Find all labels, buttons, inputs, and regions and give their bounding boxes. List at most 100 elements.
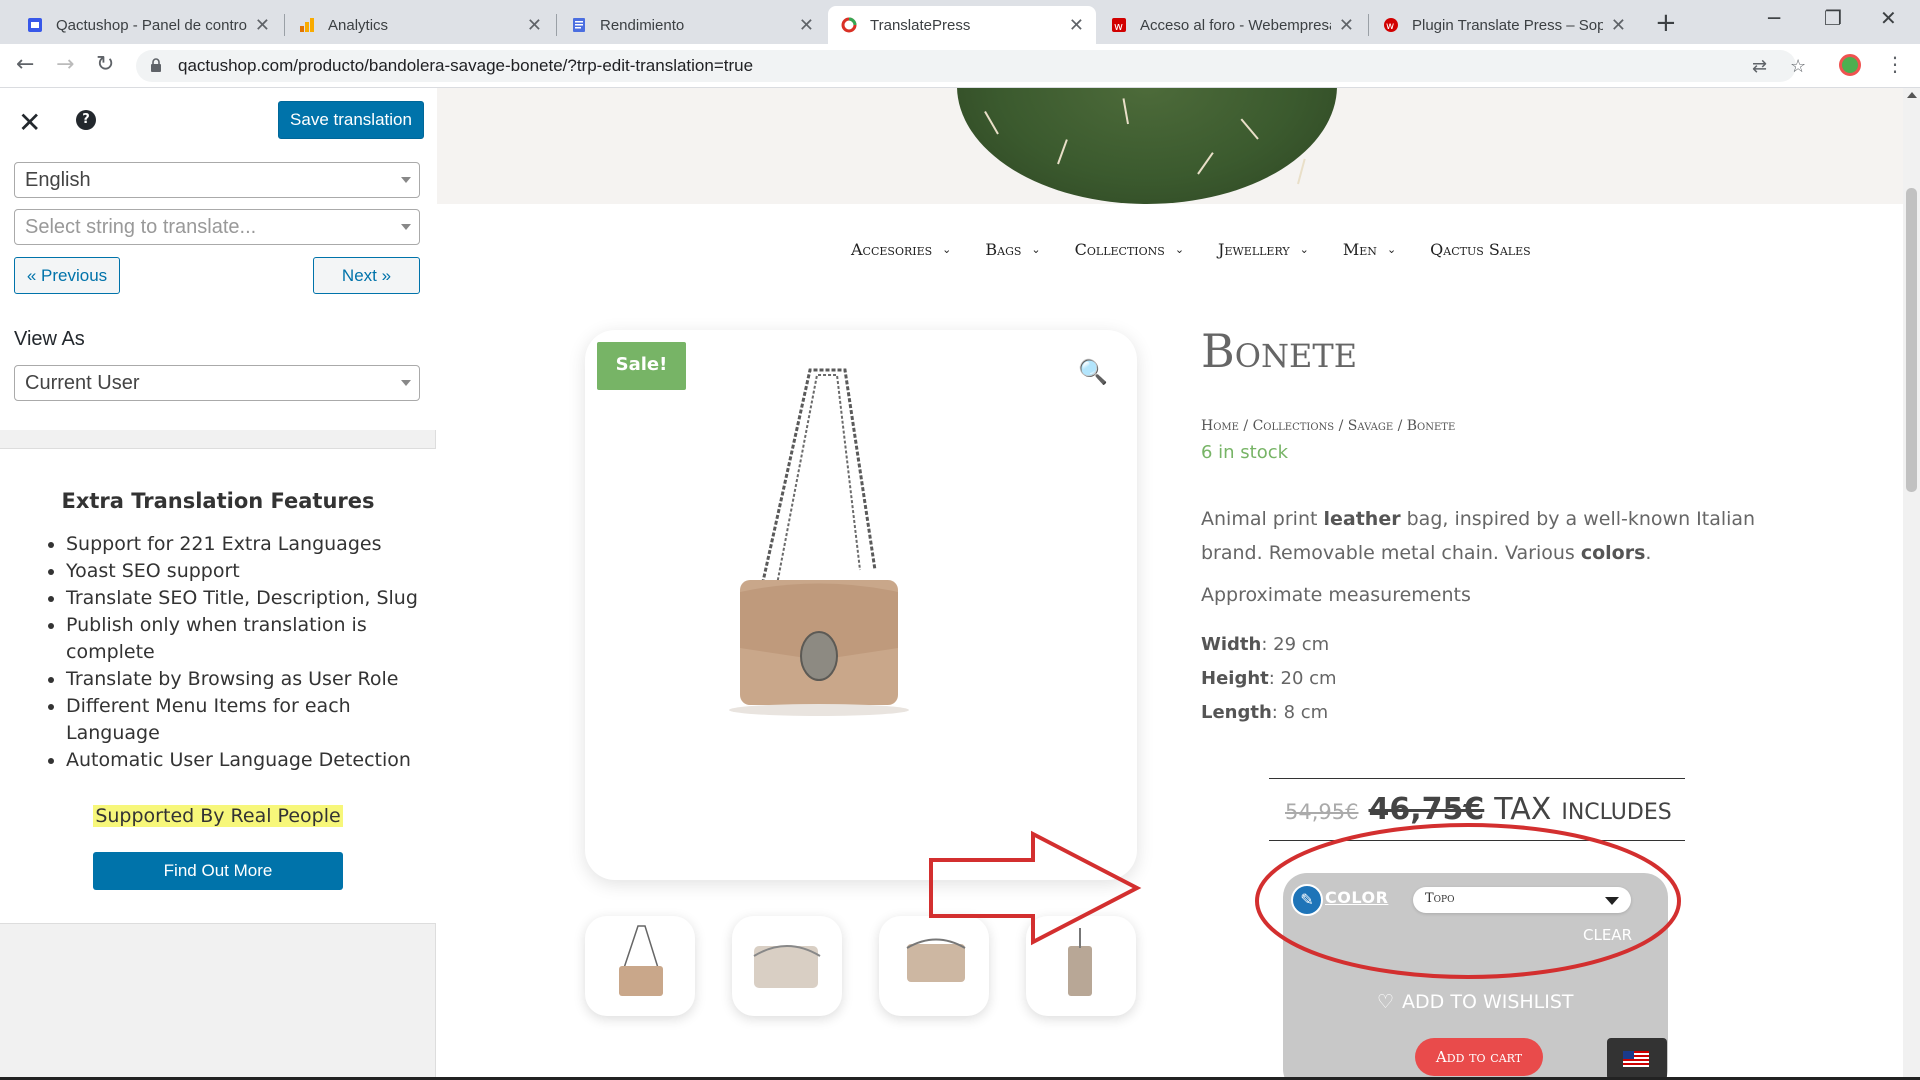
view-as-label: View As (14, 328, 85, 350)
string-select[interactable]: Select string to translate... (14, 209, 420, 245)
close-editor-icon[interactable]: ✕ (18, 106, 41, 139)
add-to-cart-button[interactable]: Add to cart (1415, 1038, 1543, 1076)
browser-tab[interactable]: Analytics ✕ (286, 6, 554, 44)
menu-item-collections[interactable]: Collections ⌄ (1075, 240, 1184, 259)
find-out-more-button[interactable]: Find Out More (93, 852, 343, 890)
product-description: Animal print leather bag, inspired by a … (1201, 508, 1756, 564)
gallery-thumbnail[interactable] (1026, 916, 1136, 1016)
edit-translation-pencil-icon[interactable]: ✎ (1291, 884, 1323, 916)
chevron-down-icon: ⌄ (1031, 243, 1041, 256)
tab-separator (284, 14, 285, 36)
divider (1269, 778, 1685, 779)
clear-variation-link[interactable]: CLEAR (1583, 926, 1632, 944)
restore-icon[interactable]: ❐ (1824, 6, 1842, 30)
zoom-icon[interactable]: 🔍 (1078, 358, 1108, 386)
breadcrumb-current: Bonete (1406, 418, 1456, 434)
heart-icon: ♡ (1377, 991, 1395, 1013)
thumbnail-image (1068, 928, 1092, 996)
browser-toolbar: ← → ↻ qactushop.com/producto/bandolera-s… (0, 44, 1920, 88)
breadcrumb-savage[interactable]: Savage (1348, 418, 1393, 434)
add-to-wishlist-button[interactable]: ♡ ADD TO WISHLIST (1377, 991, 1574, 1013)
measurements-list: Width: 29 cm Height: 20 cm Length: 8 cm (1201, 628, 1337, 730)
close-tab-icon[interactable]: ✕ (527, 15, 542, 36)
thumbnail-image (906, 938, 966, 982)
menu-item-accesories[interactable]: Accesories ⌄ (851, 240, 951, 259)
reload-icon[interactable]: ↻ (96, 52, 114, 77)
thumbnail-image (619, 925, 663, 996)
translate-icon[interactable]: ⇄ (1752, 56, 1767, 77)
dropdown-arrow-icon (401, 177, 411, 183)
extension-icon[interactable] (1839, 54, 1861, 76)
lock-icon (150, 57, 162, 72)
browser-tab[interactable]: w Plugin Translate Press – Sopo ✕ (1370, 6, 1638, 44)
wordpress-icon (26, 16, 44, 34)
chevron-down-icon: ⌄ (1174, 243, 1185, 256)
star-icon[interactable]: ☆ (1790, 56, 1806, 77)
scrollbar-thumb[interactable] (1906, 188, 1917, 492)
product-image (729, 368, 909, 716)
gallery-thumbnail[interactable] (585, 916, 695, 1016)
tax-label: TAX (1494, 792, 1552, 827)
browser-tab[interactable]: Rendimiento ✕ (558, 6, 826, 44)
browser-tab[interactable]: w Acceso al foro - Webempresa ✕ (1098, 6, 1366, 44)
webempresa-icon: w (1382, 16, 1400, 34)
menu-item-jewellery[interactable]: Jewellery ⌄ (1218, 240, 1309, 259)
breadcrumb-collections[interactable]: Collections (1253, 418, 1335, 434)
price-block: 54,95€ 46,75€ TAX INCLUDES (1285, 792, 1672, 827)
dropdown-arrow-icon (401, 380, 411, 386)
menu-item-qactus-sales[interactable]: Qactus Sales (1430, 240, 1530, 259)
menu-icon[interactable]: ⋮ (1885, 52, 1905, 76)
stock-status: 6 in stock (1201, 442, 1289, 463)
tax-includes-label: INCLUDES (1561, 800, 1672, 825)
back-icon[interactable]: ← (16, 52, 34, 77)
color-attribute-label[interactable]: COLOR (1325, 888, 1388, 907)
measurement-length: Length: 8 cm (1201, 702, 1329, 723)
cactus-spine (1297, 158, 1306, 185)
gallery-thumbnail[interactable] (732, 916, 842, 1016)
save-translation-button[interactable]: Save translation (278, 101, 424, 139)
feature-item: Support for 221 Extra Languages (66, 531, 422, 558)
close-window-icon[interactable]: ✕ (1880, 6, 1897, 30)
cactus-image (957, 88, 1337, 204)
close-tab-icon[interactable]: ✕ (1069, 15, 1084, 36)
close-tab-icon[interactable]: ✕ (1339, 15, 1354, 36)
product-gallery[interactable] (585, 330, 1137, 880)
close-tab-icon[interactable]: ✕ (255, 15, 270, 36)
gallery-thumbnail[interactable] (879, 916, 989, 1016)
forward-icon[interactable]: → (56, 52, 74, 77)
breadcrumb-home[interactable]: Home (1201, 418, 1239, 434)
minimize-icon[interactable]: ─ (1768, 6, 1780, 30)
feature-item: Translate SEO Title, Description, Slug (66, 585, 422, 612)
svg-text:w: w (1114, 20, 1123, 33)
browser-tab-active[interactable]: TranslatePress ✕ (828, 6, 1096, 44)
dropdown-arrow-icon (1605, 897, 1619, 905)
close-tab-icon[interactable]: ✕ (799, 15, 814, 36)
menu-item-bags[interactable]: Bags ⌄ (985, 240, 1040, 259)
old-price: 54,95€ (1285, 800, 1359, 824)
next-button[interactable]: Next » (313, 257, 420, 294)
tab-separator (1368, 14, 1369, 36)
address-bar[interactable]: qactushop.com/producto/bandolera-savage-… (136, 50, 1806, 82)
language-select[interactable]: English (14, 162, 420, 198)
translatepress-icon (840, 16, 858, 34)
supported-note: Supported By Real People (93, 805, 343, 827)
help-icon[interactable]: ? (76, 110, 96, 130)
menu-item-men[interactable]: Men ⌄ (1343, 240, 1396, 259)
site-preview: Accesories ⌄ Bags ⌄ Collections ⌄ Jewellery… (437, 88, 1920, 1080)
us-flag-icon[interactable] (1623, 1051, 1649, 1067)
scroll-up-arrow-icon[interactable] (1907, 92, 1917, 98)
previous-button[interactable]: « Previous (14, 257, 120, 294)
translatepress-sidebar: ✕ ? Save translation English Select stri… (0, 88, 436, 1080)
close-tab-icon[interactable]: ✕ (1611, 15, 1626, 36)
new-tab-icon[interactable]: + (1655, 8, 1677, 38)
sale-price: 46,75€ (1368, 792, 1485, 827)
svg-text:w: w (1386, 21, 1394, 32)
feature-item: Publish only when translation is complet… (66, 612, 422, 666)
color-select[interactable]: Topo (1413, 887, 1631, 913)
browser-tab[interactable]: Qactushop - Panel de control ✕ (14, 6, 282, 44)
main-menu: Accesories ⌄ Bags ⌄ Collections ⌄ Jewellery… (851, 240, 1751, 259)
measurement-height: Height: 20 cm (1201, 668, 1337, 689)
view-as-select[interactable]: Current User (14, 365, 420, 401)
webempresa-icon: w (1110, 16, 1128, 34)
url-text[interactable]: qactushop.com/producto/bandolera-savage-… (178, 56, 753, 76)
